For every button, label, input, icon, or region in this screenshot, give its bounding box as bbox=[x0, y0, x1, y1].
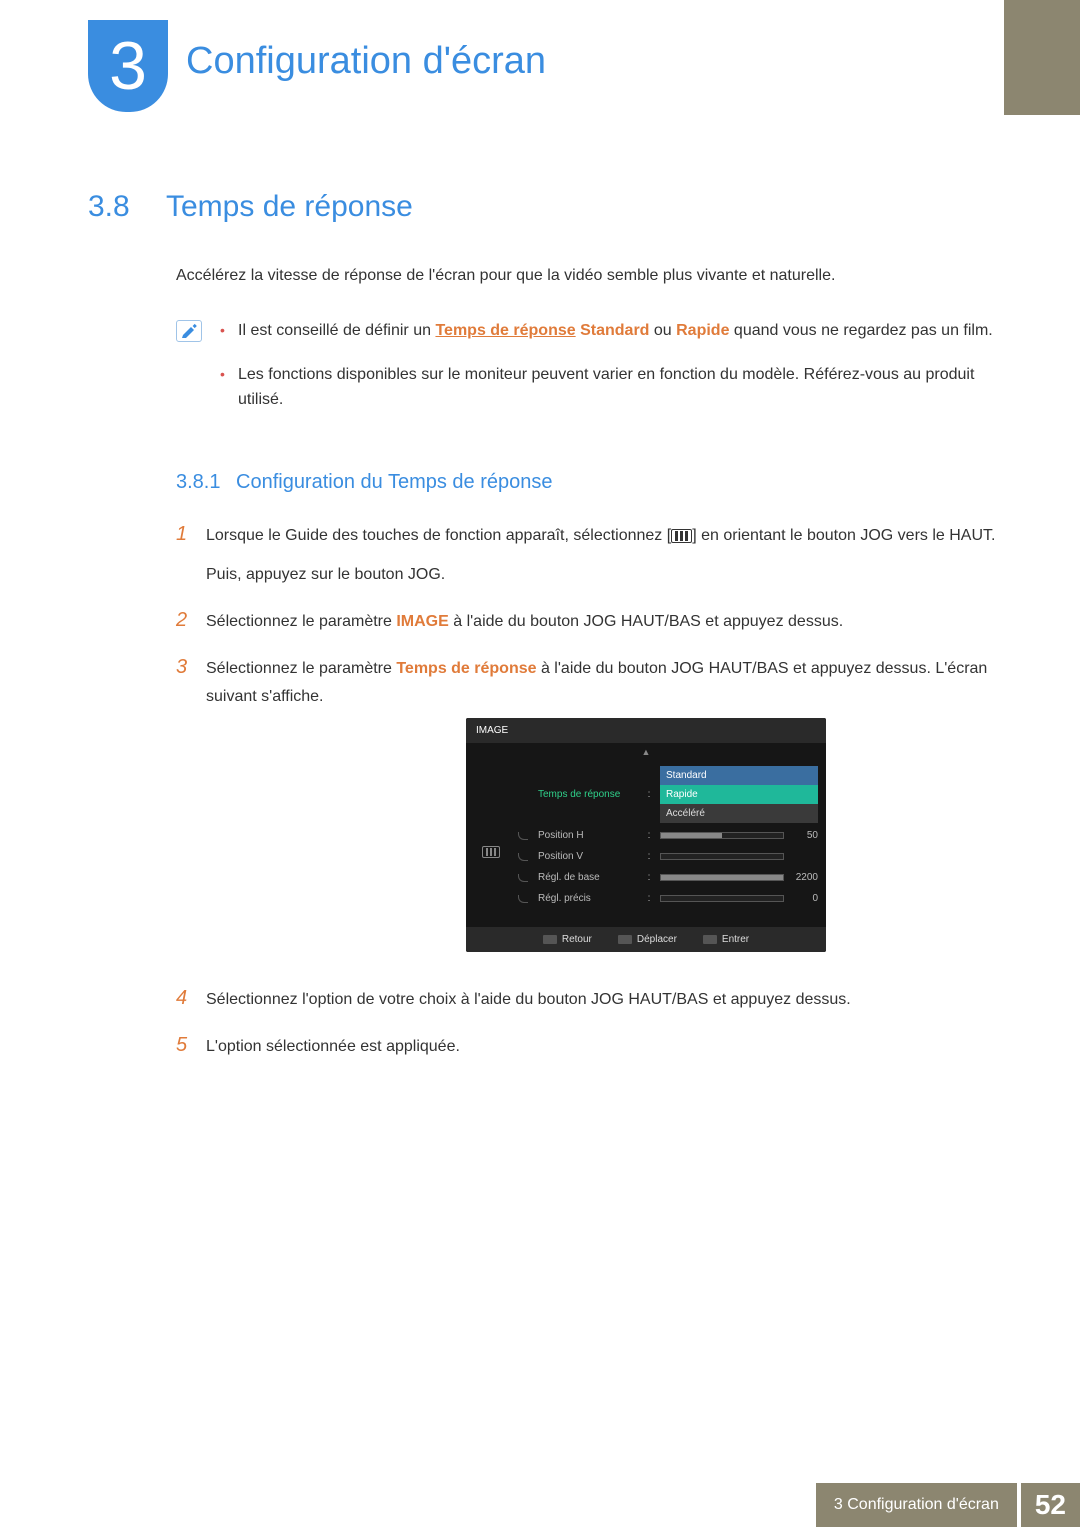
osd-footer-deplacer: Déplacer bbox=[618, 931, 677, 948]
subsection-title: 3.8.1Configuration du Temps de réponse bbox=[176, 471, 1008, 494]
step-number: 2 bbox=[176, 608, 190, 632]
osd-left-icon-col bbox=[474, 764, 508, 909]
osd-label: Régl. précis bbox=[538, 890, 638, 907]
page-footer: 3 Configuration d'écran 52 bbox=[816, 1483, 1080, 1527]
osd-label: Position H bbox=[538, 827, 638, 844]
osd-footer: Retour Déplacer Entrer bbox=[466, 927, 826, 952]
osd-body: Temps de réponse : Standard Rapide Accél… bbox=[466, 760, 826, 927]
note-item-1: Il est conseillé de définir un Temps de … bbox=[220, 318, 1008, 344]
step-text: Lorsque le Guide des touches de fonction… bbox=[206, 522, 1008, 588]
osd-up-arrow-icon: ▲ bbox=[466, 743, 826, 760]
osd-row-response-time: Temps de réponse : Standard Rapide Accél… bbox=[518, 764, 818, 825]
chapter-number: 3 bbox=[109, 32, 147, 100]
slider-track bbox=[660, 832, 784, 839]
osd-row-position-h: Position H : 50 bbox=[518, 825, 818, 846]
footer-label: 3 Configuration d'écran bbox=[816, 1483, 1017, 1527]
osd-row-regl-base: Régl. de base : 2200 bbox=[518, 867, 818, 888]
section-number: 3.8 bbox=[88, 190, 166, 224]
intro-text: Accélérez la vitesse de réponse de l'écr… bbox=[176, 264, 1008, 288]
section-name: Temps de réponse bbox=[166, 190, 413, 223]
osd-footer-entrer: Entrer bbox=[703, 931, 749, 948]
step-text: Sélectionnez l'option de votre choix à l… bbox=[206, 986, 1008, 1013]
osd-option-accelere: Accéléré bbox=[660, 804, 818, 823]
section-title: 3.8Temps de réponse bbox=[88, 190, 1008, 224]
step-number: 3 bbox=[176, 655, 190, 679]
slider-value: 50 bbox=[790, 827, 818, 844]
osd-label: Position V bbox=[538, 848, 638, 865]
key-icon bbox=[703, 935, 717, 944]
step-number: 5 bbox=[176, 1033, 190, 1057]
chapter-title: Configuration d'écran bbox=[186, 40, 546, 83]
osd-footer-retour: Retour bbox=[543, 931, 592, 948]
slider-track bbox=[660, 853, 784, 860]
step-2: 2 Sélectionnez le paramètre IMAGE à l'ai… bbox=[176, 608, 1008, 635]
chapter-badge: 3 bbox=[88, 20, 168, 112]
step-text: Sélectionnez le paramètre Temps de répon… bbox=[206, 655, 1008, 966]
slider-value: 0 bbox=[790, 890, 818, 907]
osd-screenshot: IMAGE ▲ Temps de réponse : bbox=[466, 718, 826, 952]
osd-option-standard: Standard bbox=[660, 766, 818, 785]
osd-row-regl-precis: Régl. précis : 0 bbox=[518, 888, 818, 909]
slider-track bbox=[660, 874, 784, 881]
step-text: Sélectionnez le paramètre IMAGE à l'aide… bbox=[206, 608, 1008, 635]
step-4: 4 Sélectionnez l'option de votre choix à… bbox=[176, 986, 1008, 1013]
osd-row-position-v: Position V : bbox=[518, 846, 818, 867]
osd-label: Temps de réponse bbox=[538, 786, 638, 803]
key-icon bbox=[543, 935, 557, 944]
osd-options: Standard Rapide Accéléré bbox=[660, 766, 818, 823]
note-link: Temps de réponse bbox=[435, 322, 575, 339]
step-number: 1 bbox=[176, 522, 190, 546]
note-icon bbox=[176, 320, 202, 342]
osd-header: IMAGE bbox=[466, 718, 826, 743]
osd-option-rapide: Rapide bbox=[660, 785, 818, 804]
steps-list: 1 Lorsque le Guide des touches de foncti… bbox=[176, 522, 1008, 1061]
menu-grid-icon bbox=[671, 529, 692, 543]
step-1-sub: Puis, appuyez sur le bouton JOG. bbox=[206, 561, 1008, 588]
step-number: 4 bbox=[176, 986, 190, 1010]
key-icon bbox=[618, 935, 632, 944]
osd-rows: Temps de réponse : Standard Rapide Accél… bbox=[518, 764, 818, 909]
osd-label: Régl. de base bbox=[538, 869, 638, 886]
step-3: 3 Sélectionnez le paramètre Temps de rép… bbox=[176, 655, 1008, 966]
subsection-number: 3.8.1 bbox=[176, 471, 236, 494]
slider-track bbox=[660, 895, 784, 902]
slider-value: 2200 bbox=[790, 869, 818, 886]
step-1: 1 Lorsque le Guide des touches de foncti… bbox=[176, 522, 1008, 588]
note-list: Il est conseillé de définir un Temps de … bbox=[220, 318, 1008, 431]
note-item-2: Les fonctions disponibles sur le moniteu… bbox=[220, 362, 1008, 413]
menu-grid-icon bbox=[482, 846, 500, 858]
step-text: L'option sélectionnée est appliquée. bbox=[206, 1033, 1008, 1060]
header-stripe bbox=[1004, 0, 1080, 115]
step-5: 5 L'option sélectionnée est appliquée. bbox=[176, 1033, 1008, 1060]
subsection-name: Configuration du Temps de réponse bbox=[236, 471, 553, 493]
content-area: 3.8Temps de réponse Accélérez la vitesse… bbox=[88, 190, 1008, 1080]
note-block: Il est conseillé de définir un Temps de … bbox=[176, 318, 1008, 431]
footer-page-number: 52 bbox=[1021, 1483, 1080, 1527]
